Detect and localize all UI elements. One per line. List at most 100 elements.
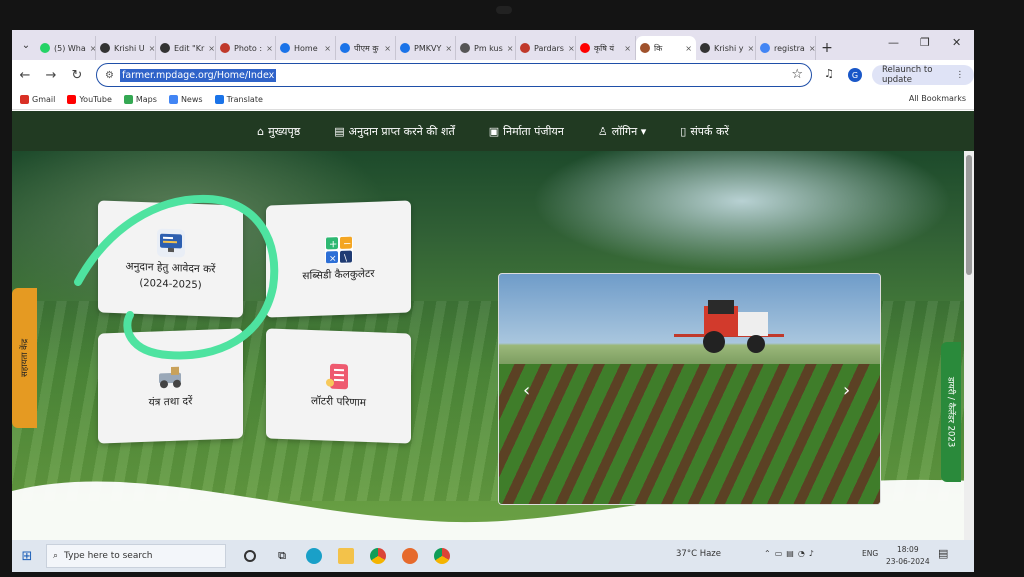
tab-favicon-icon <box>280 43 290 53</box>
book-icon: ▯ <box>680 124 687 138</box>
new-tab-button[interactable]: + <box>816 36 838 60</box>
tab-close-icon[interactable]: × <box>445 44 452 53</box>
bookmark-favicon-icon <box>168 95 178 104</box>
browser-tab[interactable]: Pardars × <box>516 36 576 60</box>
document-icon: ▤ <box>334 124 345 138</box>
tab-search-dropdown[interactable]: ⌄ <box>16 34 36 56</box>
site-nav-item[interactable]: ▯ संपर्क करें <box>680 124 729 139</box>
firefox-icon[interactable] <box>394 548 426 564</box>
tab-close-icon[interactable]: × <box>208 44 215 53</box>
page-scrollbar[interactable] <box>964 151 974 548</box>
help-center-tab[interactable]: सहायता केंद्र <box>12 288 37 428</box>
address-bar[interactable]: ⚙ farmer.mpdage.org/Home/Index ☆ <box>96 63 812 87</box>
maximize-icon[interactable]: ❐ <box>920 36 930 49</box>
bookmark-star-icon[interactable]: ☆ <box>791 67 803 82</box>
machinery-rates-icon <box>157 363 185 392</box>
windows-start-icon[interactable]: ⊞ <box>12 549 42 564</box>
bookmark-item[interactable]: Translate <box>214 95 263 104</box>
tab-close-icon[interactable]: × <box>149 44 155 53</box>
lottery-result-card[interactable]: लॉटरी परिणाम <box>266 328 411 444</box>
browser-tab[interactable]: Krishi y × <box>696 36 756 60</box>
weather-widget[interactable]: 37°C Haze <box>676 549 721 559</box>
browser-tab[interactable]: कृषि यं × <box>576 36 636 60</box>
close-window-icon[interactable]: ✕ <box>952 36 961 49</box>
tab-favicon-icon <box>520 43 530 53</box>
tractor-sprayer-image <box>674 300 784 353</box>
carousel-next-icon[interactable]: › <box>843 380 850 401</box>
minimize-icon[interactable]: — <box>888 36 899 49</box>
tab-label: Pardars <box>534 43 564 53</box>
site-nav-item[interactable]: ▤ अनुदान प्राप्त करने की शर्तें <box>334 124 455 139</box>
browser-tab[interactable]: कि × <box>636 36 696 60</box>
cortana-icon[interactable] <box>234 550 266 562</box>
tab-favicon-icon <box>40 43 50 53</box>
tab-label: कि <box>654 43 663 53</box>
url-text[interactable]: farmer.mpdage.org/Home/Index <box>119 68 277 82</box>
edge-icon[interactable] <box>298 548 330 564</box>
user-icon: ♙ <box>597 124 608 138</box>
tab-close-icon[interactable]: × <box>685 44 692 53</box>
tab-close-icon[interactable]: × <box>748 44 755 53</box>
svg-text:−: − <box>343 239 351 250</box>
site-info-icon[interactable]: ⚙ <box>105 70 114 81</box>
back-icon[interactable]: ← <box>12 68 38 83</box>
site-nav-item[interactable]: ⌂ मुख्यपृष्ठ <box>257 124 300 139</box>
scrollbar-thumb[interactable] <box>966 155 972 275</box>
tab-label: पीएम कु <box>354 43 379 53</box>
language-indicator[interactable]: ENG <box>862 549 878 558</box>
browser-tab[interactable]: registra × <box>756 36 816 60</box>
tab-label: Krishi y <box>714 43 744 53</box>
tab-label: Krishi U <box>114 43 145 53</box>
tab-close-icon[interactable]: × <box>624 44 631 53</box>
tab-label: Pm kus <box>474 43 503 53</box>
bookmark-item[interactable]: YouTube <box>67 95 112 104</box>
diary-calendar-tab[interactable]: डायरी / कैलेंडर 2023 <box>941 342 961 482</box>
website-viewport: ⌂ मुख्यपृष्ठ ▤ अनुदान प्राप्त करने की शर्ते… <box>12 111 974 548</box>
file-explorer-icon[interactable] <box>330 548 362 564</box>
tab-close-icon[interactable]: × <box>324 44 331 53</box>
browser-tab[interactable]: Home × <box>276 36 336 60</box>
tab-close-icon[interactable]: × <box>507 44 514 53</box>
id-card-icon: ▣ <box>488 124 500 138</box>
forward-icon[interactable]: → <box>38 68 64 83</box>
bookmark-item[interactable]: Maps <box>123 95 157 104</box>
subsidy-calculator-card[interactable]: + − × \ सब्सिडी कैलकुलेटर <box>266 200 411 318</box>
browser-tab[interactable]: पीएम कु × <box>336 36 396 60</box>
tab-favicon-icon <box>460 43 470 53</box>
taskbar-search[interactable]: ⌕ Type here to search <box>46 544 226 568</box>
task-view-icon[interactable]: ⧉ <box>266 549 298 563</box>
kebab-menu-icon[interactable]: ⋮ <box>956 70 965 80</box>
browser-tab[interactable]: Krishi U × <box>96 36 156 60</box>
reload-icon[interactable]: ↻ <box>64 68 90 83</box>
system-tray-icons[interactable]: ⌃▭▤◔♪ <box>764 549 818 558</box>
tab-close-icon[interactable]: × <box>266 44 273 53</box>
browser-tab[interactable]: Edit "Kr × <box>156 36 216 60</box>
chrome-profile-icon[interactable] <box>426 548 458 564</box>
svg-text:+: + <box>329 239 337 250</box>
browser-tab[interactable]: (5) Wha × <box>36 36 96 60</box>
site-nav-item[interactable]: ♙ लॉगिन ▾ <box>598 124 646 139</box>
bookmark-item[interactable]: Gmail <box>20 95 55 104</box>
site-nav-item[interactable]: ▣ निर्माता पंजीयन <box>489 124 564 139</box>
carousel-prev-icon[interactable]: ‹ <box>523 380 530 401</box>
machinery-rates-card[interactable]: यंत्र तथा दरें <box>98 328 243 444</box>
browser-tab[interactable]: PMKVY × <box>396 36 456 60</box>
bookmark-item[interactable]: News <box>168 95 203 104</box>
tab-close-icon[interactable]: × <box>384 44 391 53</box>
chrome-icon[interactable] <box>362 548 394 564</box>
system-clock[interactable]: 18:09 23-06-2024 <box>886 544 930 568</box>
notification-icon[interactable]: ▤ <box>938 547 948 560</box>
tab-close-icon[interactable]: × <box>809 44 815 53</box>
lottery-result-label: लॉटरी परिणाम <box>310 395 367 409</box>
tab-close-icon[interactable]: × <box>568 44 575 53</box>
browser-tab[interactable]: Photo : × <box>216 36 276 60</box>
bookmark-favicon-icon <box>20 95 29 104</box>
media-controls-icon[interactable]: ♫ <box>824 67 834 80</box>
apply-subsidy-card[interactable]: अनुदान हेतु आवेदन करें (2024-2025) <box>98 200 243 318</box>
clock-time: 18:09 <box>896 545 919 554</box>
profile-avatar[interactable]: G <box>848 68 862 82</box>
browser-tab[interactable]: Pm kus × <box>456 36 516 60</box>
tab-label: registra <box>774 43 805 53</box>
relaunch-update-button[interactable]: Relaunch to update ⋮ <box>872 65 974 85</box>
all-bookmarks-folder[interactable]: All Bookmarks <box>909 94 966 103</box>
